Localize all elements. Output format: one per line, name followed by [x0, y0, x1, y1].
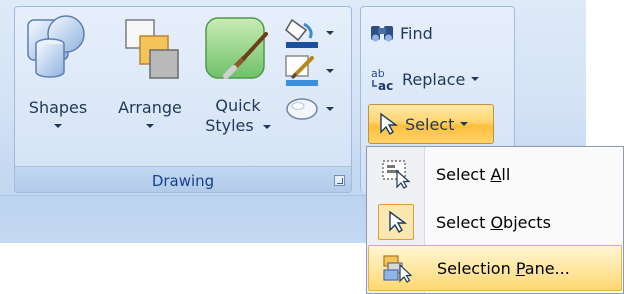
shapes-icon [27, 15, 85, 78]
find-button[interactable]: Find [370, 16, 433, 50]
find-label: Find [400, 23, 433, 43]
menu-item-select-objects[interactable]: Select Objects [368, 199, 622, 245]
drawing-small-buttons [284, 14, 348, 128]
quick-styles-button[interactable]: Quick Styles [196, 14, 280, 154]
select-dropdown-menu: Select All Select Objects Selection Pane… [366, 146, 624, 294]
arrange-button[interactable]: Arrange [110, 14, 190, 154]
menu-item-select-all[interactable]: Select All [368, 151, 622, 197]
select-label: Select [405, 114, 455, 134]
shape-fill-icon [285, 18, 318, 48]
replace-dropdown-arrow [471, 77, 480, 81]
replace-label: Replace [402, 69, 466, 89]
menu-item-selection-pane-label: Selection Pane... [437, 258, 570, 278]
shapes-button[interactable]: Shapes [26, 14, 90, 154]
shape-effects-icon [286, 98, 318, 120]
shape-effects-button[interactable] [284, 90, 348, 128]
shape-fill-dropdown-arrow [326, 31, 334, 35]
cursor-icon [380, 112, 399, 135]
drawing-group-label: Drawing [151, 172, 215, 190]
shapes-label: Shapes [28, 98, 88, 117]
quick-styles-dropdown-arrow [262, 124, 271, 129]
replace-icon: ab ac [371, 67, 393, 92]
menu-item-select-all-label: Select All [436, 164, 511, 184]
quick-styles-label-line2: Styles [205, 116, 254, 135]
shape-outline-button[interactable] [284, 52, 348, 90]
dialog-launcher-icon[interactable] [334, 175, 345, 186]
shape-outline-dropdown-arrow [326, 69, 334, 73]
selection-pane-icon [369, 253, 425, 283]
arrange-icon [125, 19, 179, 79]
quick-styles-label-line2-row: Styles [196, 116, 280, 136]
select-dropdown-arrow [460, 122, 469, 126]
shape-outline-icon [285, 55, 318, 86]
arrange-label: Arrange [118, 98, 182, 117]
arrange-dropdown-arrow [110, 118, 190, 132]
shape-effects-dropdown-arrow [326, 107, 334, 111]
menu-item-selection-pane[interactable]: Selection Pane... [368, 245, 622, 291]
drawing-group-footer: Drawing [15, 166, 351, 192]
select-objects-icon-wrapper [368, 204, 424, 240]
replace-button[interactable]: ab ac Replace [370, 62, 480, 96]
binoculars-icon [371, 26, 393, 42]
shapes-dropdown-arrow [26, 118, 90, 132]
quick-styles-label-line1: Quick [215, 96, 261, 115]
shape-fill-button[interactable] [284, 14, 348, 52]
quick-styles-icon [205, 17, 268, 79]
select-button[interactable]: Select [368, 104, 494, 144]
svg-text:ac: ac [378, 79, 393, 92]
menu-item-select-objects-label: Select Objects [436, 212, 551, 232]
select-all-icon [368, 159, 424, 189]
select-objects-icon [378, 204, 414, 240]
